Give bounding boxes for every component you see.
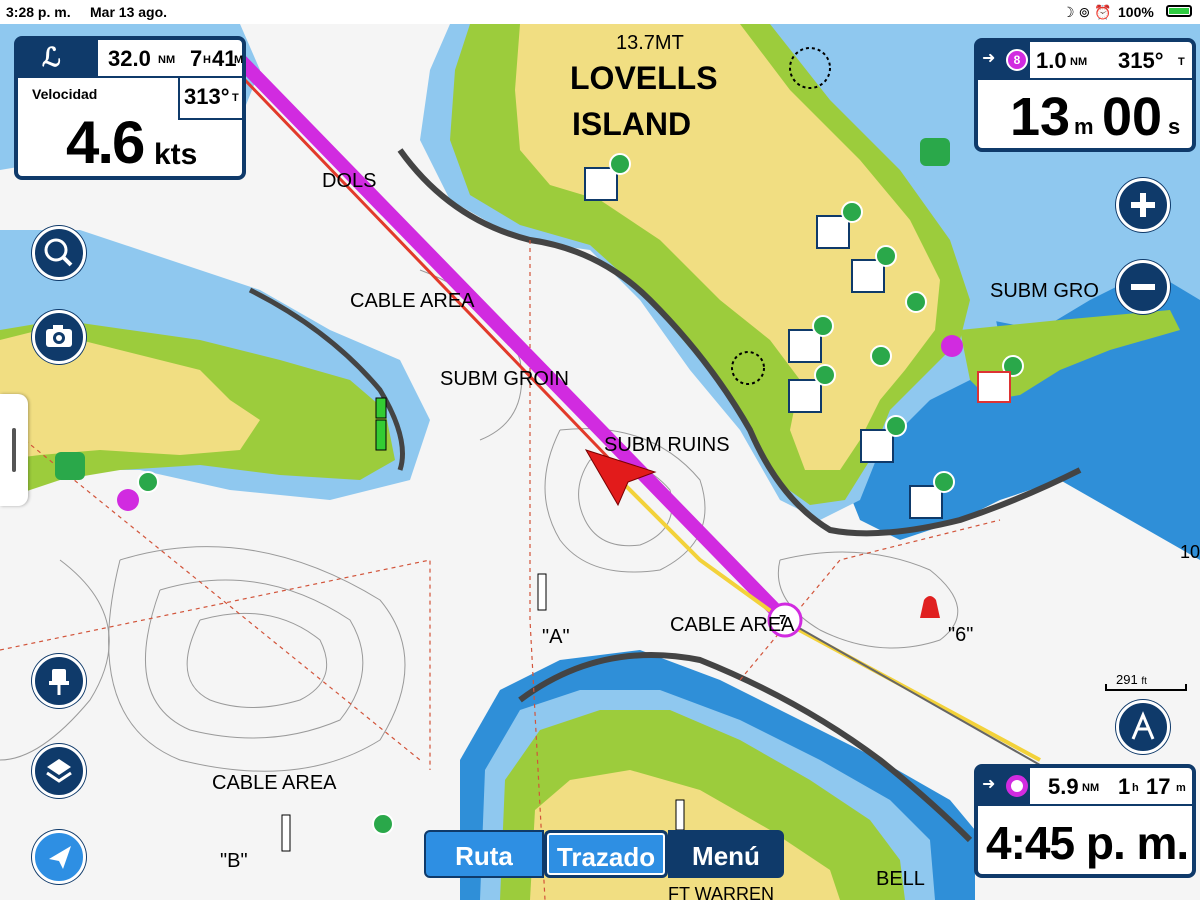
green-buoy-icon	[375, 397, 387, 419]
destination-time-minutes-unit: m	[1176, 782, 1186, 794]
destination-indicator: ➜	[978, 768, 1030, 804]
camera-button[interactable]	[32, 310, 86, 364]
distance-value: 32.0	[108, 46, 151, 71]
waypoint-bearing: 315°	[1118, 48, 1164, 73]
white-buoy-icon	[537, 573, 547, 611]
sailboat-marina-icon	[941, 335, 963, 357]
fort-label: FT WARREN	[668, 884, 774, 900]
speed-value: 4.6	[66, 109, 145, 176]
minus-icon	[1131, 284, 1155, 290]
zoom-out-button[interactable]	[1116, 260, 1170, 314]
submerged-groin-label: SUBM GROIN	[440, 368, 569, 390]
scale-value: 291	[1116, 672, 1138, 687]
arrow-right-icon: ➜	[982, 776, 996, 793]
route-point-number: 7	[779, 612, 787, 627]
eta-minutes-unit: m	[1074, 114, 1094, 139]
layers-button[interactable]	[32, 744, 86, 798]
speed-label: Velocidad	[32, 86, 98, 102]
tab-track[interactable]: Trazado	[544, 830, 668, 878]
eta-seconds: 00	[1102, 87, 1163, 147]
white-buoy-icon	[281, 814, 291, 852]
cable-area-label: CABLE AREA	[350, 290, 475, 312]
arrival-time: 4:45 p. m.	[986, 817, 1189, 869]
app-logo-icon: ℒ	[18, 40, 98, 76]
battery-icon	[1166, 5, 1192, 17]
waypoint-distance: 1.0	[1036, 48, 1067, 73]
status-date: Mar 13 ago.	[90, 4, 168, 20]
scale-bar-label: 291 ft	[1116, 672, 1147, 687]
time-hours-unit: H	[203, 54, 211, 66]
sailboat-marina-icon	[117, 489, 139, 511]
submerged-ruins-label: SUBM RUINS	[604, 434, 730, 456]
pin-button[interactable]	[32, 654, 86, 708]
destination-time-hours-unit: h	[1132, 782, 1139, 794]
bell-label: BELL	[876, 868, 925, 890]
depth-label: 13.7MT	[616, 32, 684, 54]
search-button[interactable]	[32, 226, 86, 280]
tab-menu[interactable]: Menú	[668, 830, 784, 878]
status-icons: ☽ ⊚ ⏰	[1062, 4, 1112, 20]
cable-area-label: CABLE AREA	[212, 772, 337, 794]
destination-panel[interactable]: ➜ 5.9 NM 1 h 17 m 4:45 p. m.	[974, 764, 1196, 878]
eta-seconds-unit: s	[1168, 114, 1181, 139]
search-icon	[44, 238, 73, 267]
layers-icon	[46, 759, 72, 783]
time-hours: 7	[190, 46, 203, 71]
pin-icon	[49, 669, 69, 695]
destination-time-minutes: 17	[1146, 774, 1171, 799]
white-buoy-icon	[675, 799, 685, 831]
waypoint-bearing-unit: T	[1178, 56, 1185, 68]
battery-level: 100%	[1118, 4, 1154, 20]
destination-distance-unit: NM	[1082, 782, 1100, 794]
zoom-in-button[interactable]	[1116, 178, 1170, 232]
arrow-right-icon: ➜	[982, 50, 996, 67]
waypoint-indicator: ➜ 8	[978, 42, 1030, 78]
next-waypoint-panel[interactable]: ➜ 8 1.0 NM 315° T 13 m 00 s	[974, 38, 1196, 152]
compass-orientation-button[interactable]	[1116, 700, 1170, 754]
destination-distance: 5.9	[1048, 774, 1079, 799]
destination-time-hours: 1	[1118, 774, 1131, 799]
chart-label: DOLS	[322, 170, 377, 192]
island-name-label: ISLAND	[572, 106, 692, 142]
submerged-groin-label: SUBM GRO	[990, 280, 1099, 302]
heading-box: 313° T	[178, 78, 244, 120]
cable-area-label: CABLE AREA	[670, 614, 795, 636]
plus-icon	[1131, 193, 1155, 217]
buoy-label: "B"	[220, 850, 248, 872]
destination-panel-header: ➜ 5.9 NM 1 h 17 m	[978, 768, 1192, 806]
locate-button[interactable]	[32, 830, 86, 884]
distance-unit: NM	[158, 54, 176, 66]
heading-unit: T	[232, 92, 239, 104]
heading-value: 313°	[184, 84, 230, 109]
waypoint-number-badge: 8	[1006, 49, 1028, 71]
time-minutes: 41	[212, 46, 237, 71]
navigation-arrow-icon	[49, 846, 71, 869]
handle-grip	[12, 428, 16, 472]
destination-ring-icon	[1006, 775, 1028, 797]
buoy-label: "A"	[542, 626, 570, 648]
time-minutes-unit: M	[234, 54, 244, 66]
status-bar: 3:28 p. m. Mar 13 ago. ☽ ⊚ ⏰ 100%	[0, 0, 1200, 24]
eta-minutes: 13	[1010, 87, 1071, 147]
bottom-tab-bar: Ruta Trazado Menú	[424, 830, 784, 882]
speed-panel-header: ℒ 32.0 NM 7 H 41 M	[18, 40, 244, 78]
waypoint-panel-header: ➜ 8 1.0 NM 315° T	[978, 42, 1192, 80]
buoy-label: "6"	[948, 624, 974, 646]
speed-panel[interactable]: ℒ 32.0 NM 7 H 41 M Velocidad 313° T 4.6 …	[14, 36, 246, 180]
island-name-label: LOVELLS	[570, 60, 718, 96]
compass-icon	[1131, 711, 1155, 740]
tab-route[interactable]: Ruta	[424, 830, 544, 878]
status-time: 3:28 p. m.	[6, 4, 71, 20]
waypoint-distance-unit: NM	[1070, 56, 1088, 68]
scale-unit: ft	[1141, 676, 1147, 687]
speed-unit: kts	[154, 138, 198, 171]
camera-icon	[46, 325, 72, 347]
fishing-icon	[977, 371, 1011, 403]
side-panel-handle[interactable]	[0, 394, 28, 506]
green-buoy-icon	[375, 419, 387, 451]
depth-label: 10	[1180, 542, 1200, 562]
